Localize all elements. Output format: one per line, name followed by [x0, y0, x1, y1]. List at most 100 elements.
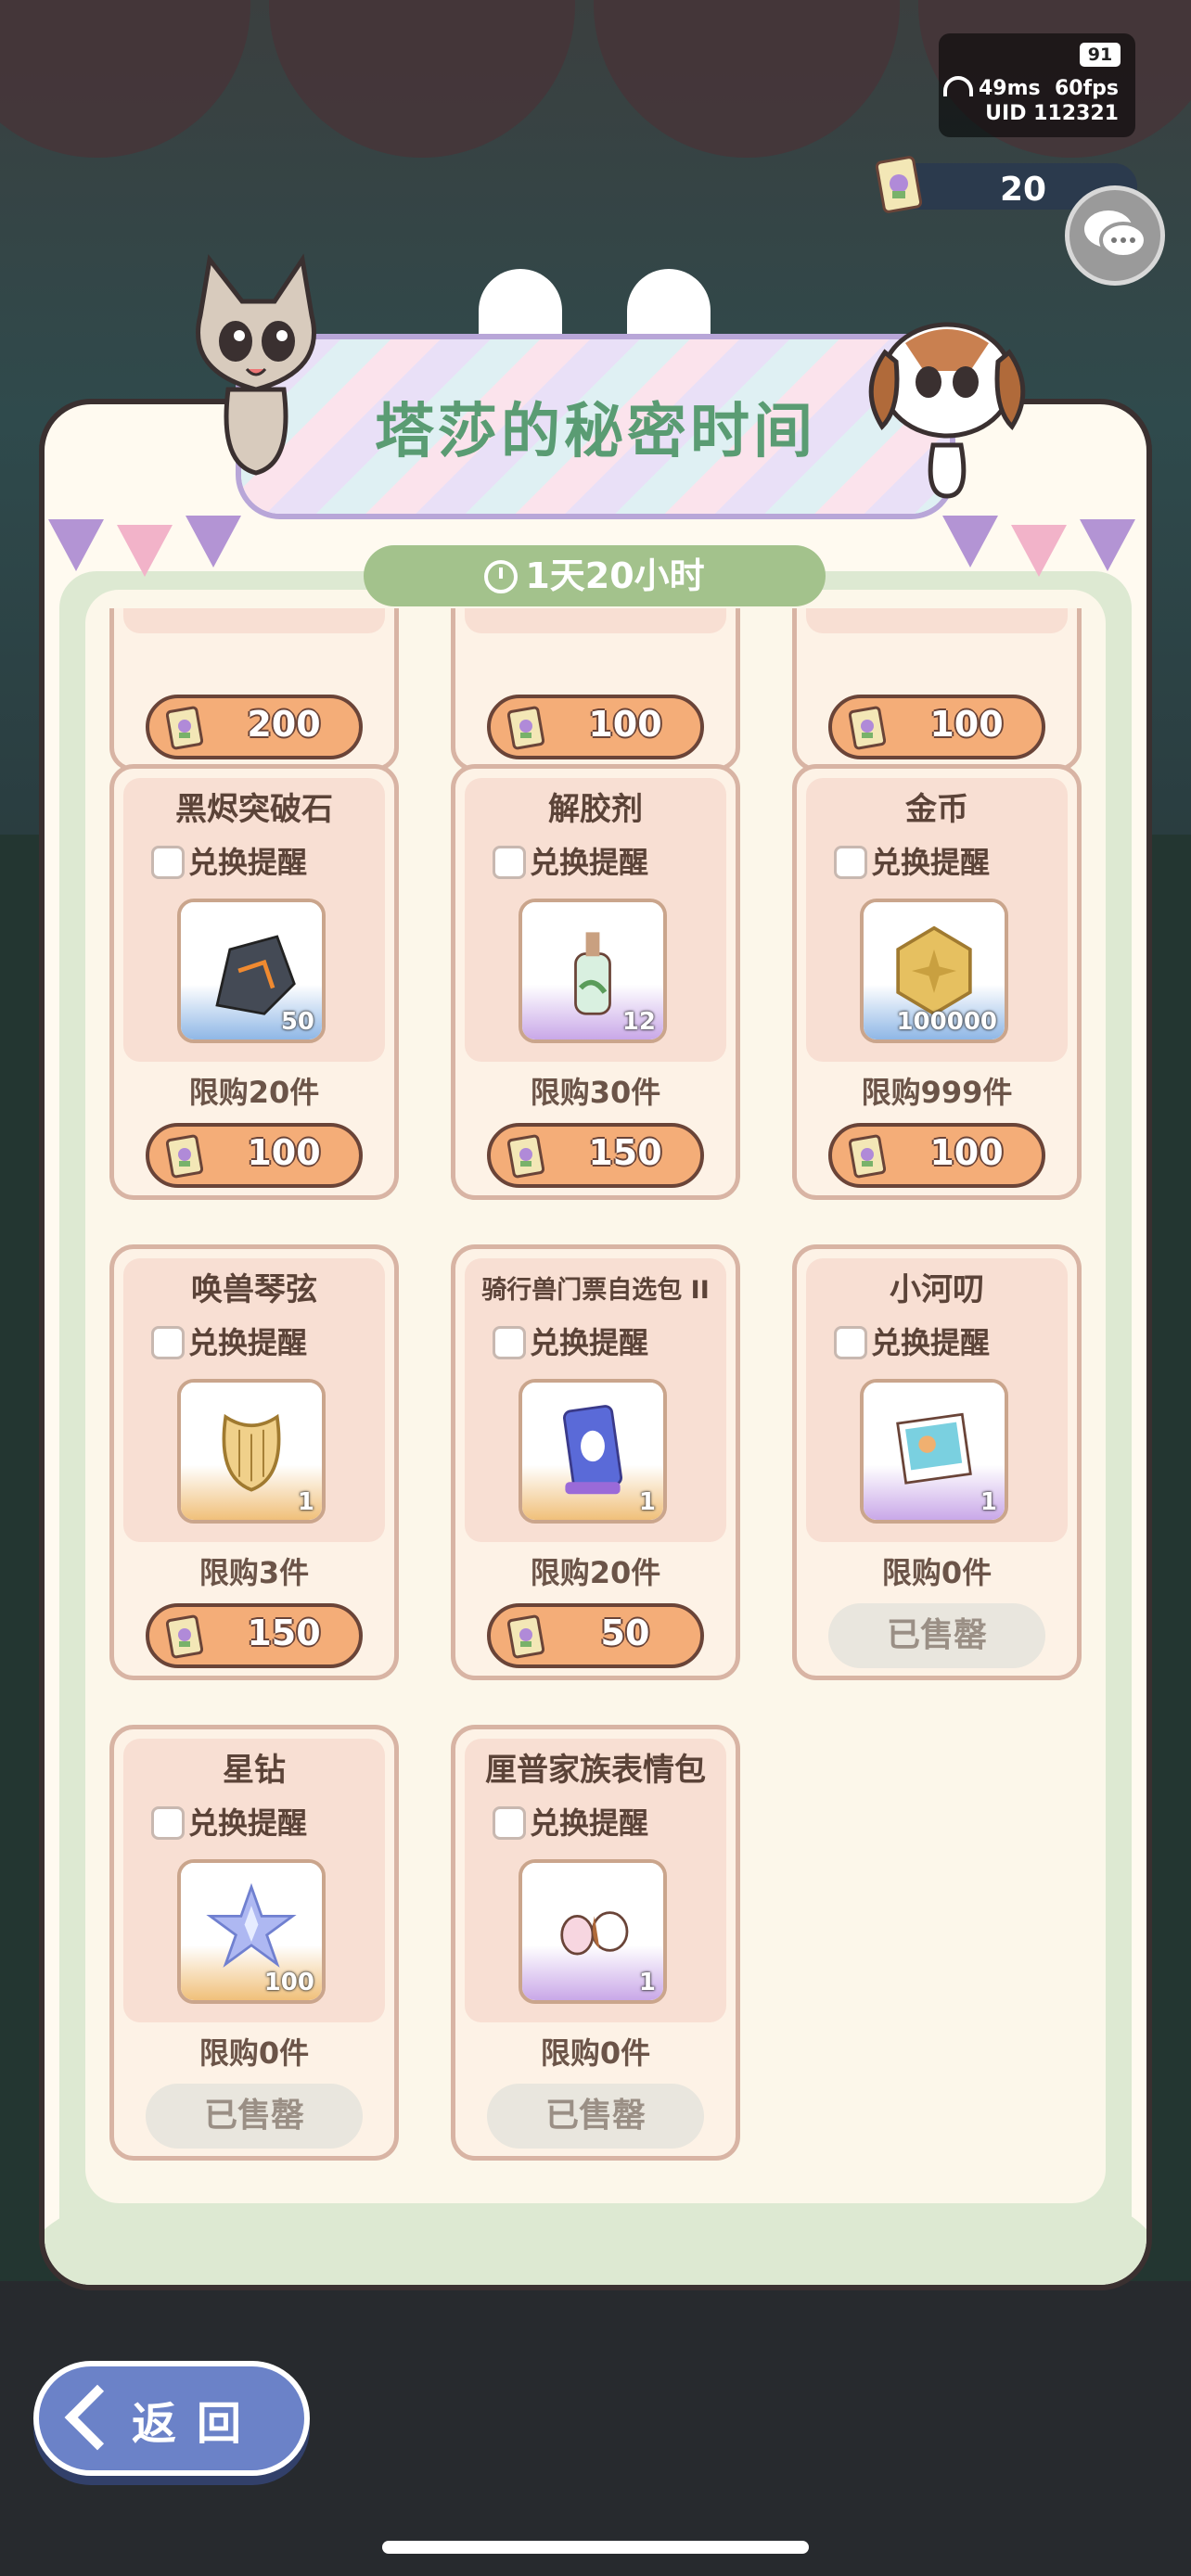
reminder-checkbox[interactable]	[834, 846, 867, 879]
reminder-checkbox[interactable]	[493, 846, 526, 879]
reminder-checkbox[interactable]	[151, 1806, 185, 1840]
price-value: 100	[929, 1132, 1004, 1173]
pennant-decoration	[942, 516, 998, 567]
item-icon-frame[interactable]: 100000	[860, 899, 1008, 1043]
battery-indicator: 91	[1080, 43, 1121, 67]
ticket-icon	[166, 1134, 203, 1179]
item-icon-frame[interactable]: 12	[519, 899, 667, 1043]
card-top-area	[123, 608, 385, 633]
reminder-label: 兑换提醒	[871, 845, 991, 880]
item-icon-frame[interactable]: 1	[860, 1379, 1008, 1524]
sold-out-button: 已售罄	[487, 2084, 704, 2149]
item-icon-frame[interactable]: 1	[177, 1379, 326, 1524]
ticket-icon	[166, 1614, 203, 1659]
purchase-limit: 限购20件	[188, 1075, 320, 1110]
reminder-checkbox[interactable]	[151, 1326, 185, 1359]
chat-button[interactable]	[1065, 185, 1165, 286]
item-card: 200	[109, 608, 399, 772]
buy-button[interactable]: 100	[146, 1123, 363, 1188]
item-icon-frame[interactable]: 100	[177, 1859, 326, 2004]
reminder-toggle[interactable]: 兑换提醒	[151, 1800, 307, 1843]
reminder-checkbox[interactable]	[151, 846, 185, 879]
sold-out-button: 已售罄	[828, 1603, 1045, 1668]
purchase-limit: 限购20件	[530, 1555, 661, 1590]
item-quantity: 100000	[896, 1008, 997, 1036]
fps-value: 60fps	[1054, 77, 1119, 100]
pennant-decoration	[186, 516, 241, 567]
buy-button[interactable]: 100	[828, 695, 1045, 759]
pennant-decoration	[117, 525, 173, 577]
dog-mascot-icon	[868, 322, 1026, 499]
card-top-area	[465, 608, 726, 633]
buy-button[interactable]: 100	[828, 1123, 1045, 1188]
item-card: 黑烬突破石 兑换提醒 50 限购20件 100	[109, 764, 399, 1200]
item-card: 100	[451, 608, 740, 772]
item-name: 唤兽琴弦	[191, 1271, 317, 1308]
item-card: 解胶剂 兑换提醒 12 限购30件 150	[451, 764, 740, 1200]
reminder-label: 兑换提醒	[530, 1325, 649, 1360]
item-name: 小河叨	[890, 1271, 984, 1308]
reminder-toggle[interactable]: 兑换提醒	[151, 839, 307, 882]
purchase-limit: 限购0件	[881, 1555, 992, 1590]
countdown-timer: 1天20小时	[364, 545, 826, 606]
item-name: 星钻	[223, 1752, 286, 1789]
sold-out-button: 已售罄	[146, 2084, 363, 2149]
price-value: 200	[247, 704, 321, 745]
reminder-checkbox[interactable]	[493, 1326, 526, 1359]
chat-bubbles-icon	[1084, 210, 1147, 259]
item-name: 金币	[905, 791, 968, 828]
price-value: 100	[588, 704, 662, 745]
reminder-toggle[interactable]: 兑换提醒	[834, 839, 990, 882]
reminder-toggle[interactable]: 兑换提醒	[834, 1320, 990, 1362]
item-list[interactable]: 200 100 100 黑烬突破石 兑换提醒 50 限购20件 100 解胶剂 兑换提醒 12 限购3…	[74, 608, 1117, 2166]
purchase-limit: 限购0件	[540, 2035, 651, 2071]
back-label: 返回	[132, 2398, 263, 2450]
price-value: 100	[247, 1132, 321, 1173]
purchase-limit: 限购30件	[530, 1075, 661, 1110]
ticket-icon	[507, 1134, 544, 1179]
item-quantity: 12	[621, 1008, 656, 1036]
item-name: 骑行兽门票自选包 II	[481, 1276, 710, 1305]
reminder-toggle[interactable]: 兑换提醒	[493, 839, 648, 882]
buy-button[interactable]: 150	[487, 1123, 704, 1188]
purchase-limit: 限购999件	[861, 1075, 1013, 1110]
reminder-label: 兑换提醒	[188, 1325, 308, 1360]
reminder-label: 兑换提醒	[530, 845, 649, 880]
pennant-decoration	[1011, 525, 1067, 577]
item-quantity: 50	[280, 1008, 314, 1036]
timer-label: 1天20小时	[525, 555, 705, 596]
item-icon-frame[interactable]: 1	[519, 1859, 667, 2004]
ticket-icon	[507, 1614, 544, 1659]
buy-button[interactable]: 150	[146, 1603, 363, 1668]
item-card: 小河叨兑换提醒 1 限购0件已售罄	[792, 1244, 1082, 1680]
item-card: 星钻 兑换提醒 100 限购0件 已售罄	[109, 1725, 399, 2161]
network-status-box: 91 49ms 60fps UID 112321	[939, 33, 1135, 137]
reminder-toggle[interactable]: 兑换提醒	[493, 1320, 648, 1362]
reminder-toggle[interactable]: 兑换提醒	[493, 1800, 648, 1843]
ticket-icon	[507, 706, 544, 750]
reminder-toggle[interactable]: 兑换提醒	[151, 1320, 307, 1362]
price-value: 100	[929, 704, 1004, 745]
ticket-icon	[849, 706, 886, 750]
item-name: 厘普家族表情包	[485, 1752, 706, 1789]
ticket-icon	[876, 156, 922, 213]
home-indicator[interactable]	[382, 2541, 809, 2554]
reminder-checkbox[interactable]	[834, 1326, 867, 1359]
item-icon-frame[interactable]: 50	[177, 899, 326, 1043]
item-card: 唤兽琴弦 兑换提醒 1 限购3件 150	[109, 1244, 399, 1680]
card-top-area	[806, 608, 1068, 633]
buy-button[interactable]: 50	[487, 1603, 704, 1668]
ping-value: 49ms	[979, 77, 1041, 100]
item-icon-frame[interactable]: 1	[519, 1379, 667, 1524]
back-button[interactable]: 返回	[33, 2361, 310, 2476]
cat-mascot-icon	[196, 253, 316, 476]
reminder-label: 兑换提醒	[188, 845, 308, 880]
item-card: 100	[792, 608, 1082, 772]
reminder-label: 兑换提醒	[188, 1805, 308, 1841]
buy-button[interactable]: 200	[146, 695, 363, 759]
reminder-checkbox[interactable]	[493, 1806, 526, 1840]
buy-button[interactable]: 100	[487, 695, 704, 759]
pennant-decoration	[1080, 519, 1135, 571]
pennant-decoration	[48, 519, 104, 571]
clock-icon	[484, 560, 519, 593]
